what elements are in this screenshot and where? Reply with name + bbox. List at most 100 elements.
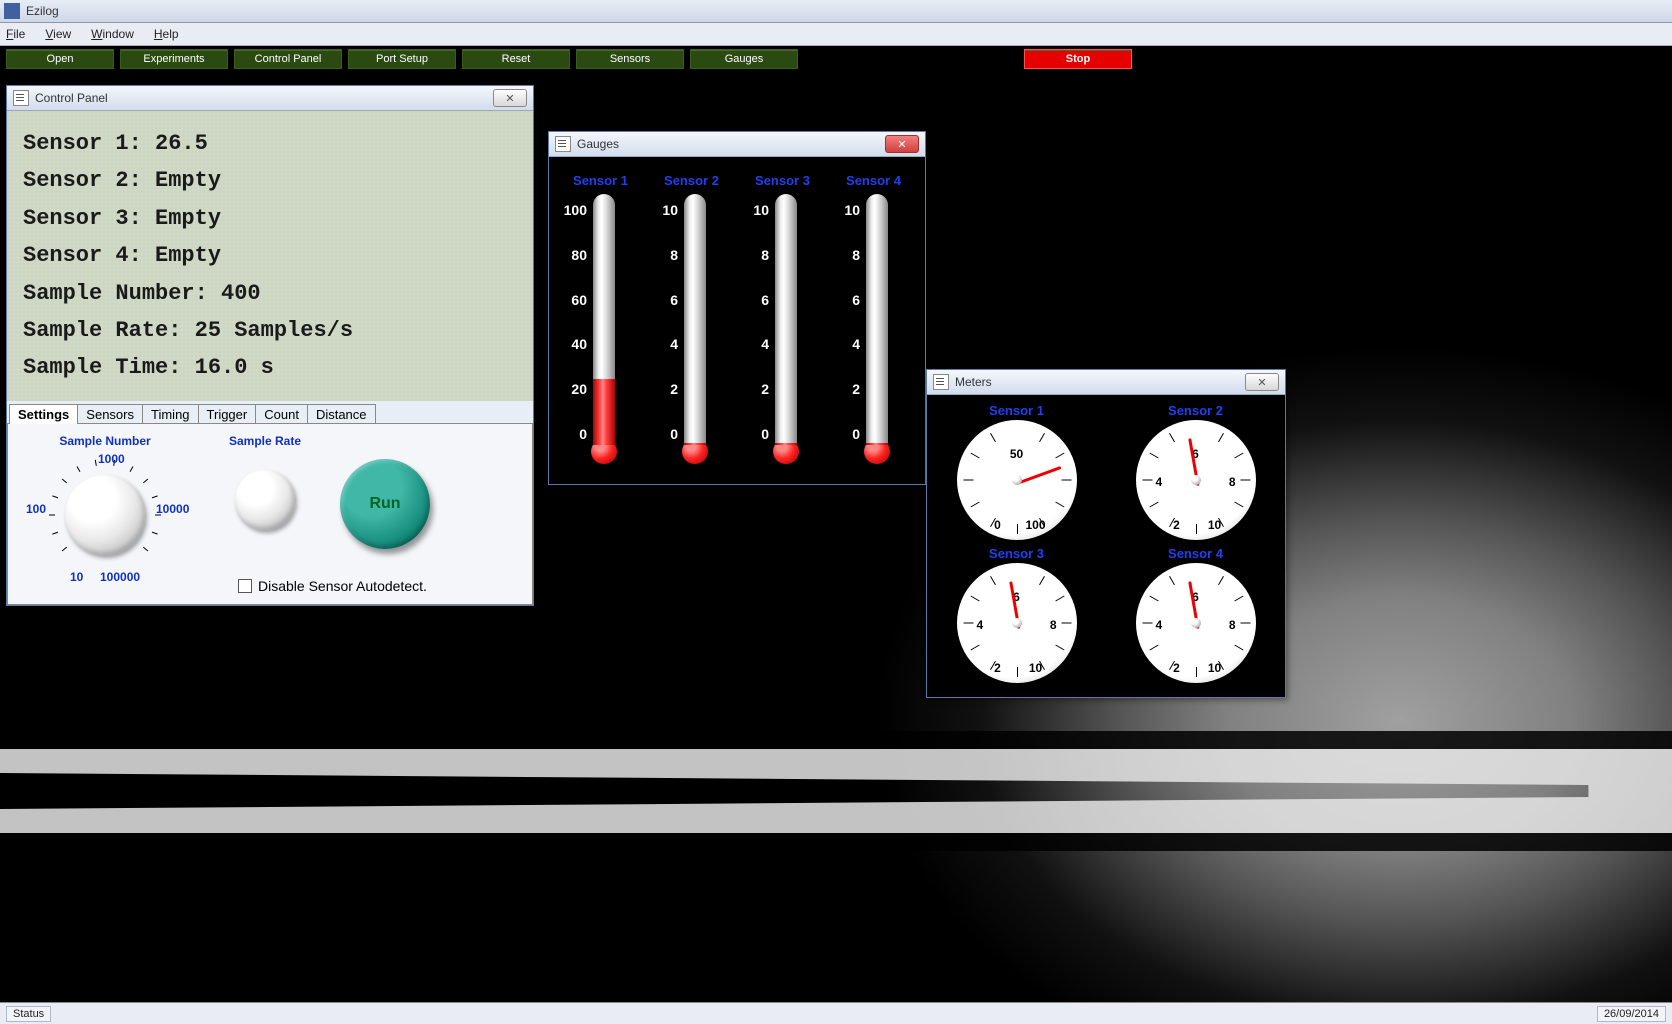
dial-number: 8 (1050, 618, 1057, 632)
toolbar-portsetup[interactable]: Port Setup (348, 49, 456, 69)
close-icon[interactable]: ✕ (493, 89, 527, 107)
dial-tick (970, 645, 979, 651)
gauge-tube (593, 194, 615, 445)
dial-number: 2 (994, 661, 1001, 675)
tabstrip: Settings Sensors Timing Trigger Count Di… (7, 403, 533, 423)
meters-body: Sensor 1050100Sensor 2246810Sensor 32468… (927, 395, 1285, 697)
toolbar-sensors[interactable]: Sensors (576, 49, 684, 69)
control-panel-titlebar[interactable]: Control Panel ✕ (7, 86, 533, 111)
dial-tick (1149, 596, 1158, 602)
dial-number: 4 (1155, 618, 1162, 632)
meter-dial: 246810 (1136, 563, 1256, 683)
form-icon (555, 136, 571, 152)
gauges-titlebar[interactable]: Gauges ✕ (549, 132, 925, 157)
tab-settings[interactable]: Settings (9, 404, 78, 424)
sample-number-knob[interactable] (65, 475, 145, 555)
dial-number: 8 (1229, 475, 1236, 489)
control-panel-window[interactable]: Control Panel ✕ Sensor 1: 26.5 Sensor 2:… (6, 85, 534, 606)
dial-tick (1240, 623, 1250, 624)
toolbar-controlpanel[interactable]: Control Panel (234, 49, 342, 69)
tab-count[interactable]: Count (255, 404, 308, 424)
gauge-tick: 0 (761, 426, 769, 442)
lcd-line: Sample Number: 400 (23, 275, 517, 312)
dial-tick (963, 480, 973, 481)
dial-number: 10 (1029, 661, 1042, 675)
run-button[interactable]: Run (340, 459, 430, 549)
tab-timing[interactable]: Timing (142, 404, 199, 424)
gauge-tick: 4 (761, 336, 769, 352)
gauge-tick: 60 (571, 292, 587, 308)
menu-file[interactable]: File (6, 27, 25, 41)
dial-number: 10 (1208, 661, 1221, 675)
gauge-tick: 4 (852, 336, 860, 352)
menu-view[interactable]: View (45, 27, 71, 41)
toolbar-experiments[interactable]: Experiments (120, 49, 228, 69)
tab-trigger[interactable]: Trigger (198, 404, 257, 424)
toolbar-stop[interactable]: Stop (1024, 49, 1132, 69)
meter-cell: Sensor 2246810 (1116, 403, 1275, 540)
close-icon[interactable]: ✕ (1245, 373, 1279, 391)
dial-tick (1142, 480, 1152, 481)
dial-tick (1055, 502, 1064, 508)
gauge-column: Sensor 21086420 (650, 173, 733, 464)
menu-help[interactable]: Help (154, 27, 179, 41)
menu-window[interactable]: Window (91, 27, 134, 41)
toolbar-gauges[interactable]: Gauges (690, 49, 798, 69)
gauge-tick: 6 (852, 292, 860, 308)
lcd-line: Sensor 2: Empty (23, 162, 517, 199)
dial-tick (1149, 645, 1158, 651)
gauge-tick: 6 (670, 292, 678, 308)
dial-tick (970, 596, 979, 602)
tab-distance[interactable]: Distance (307, 404, 376, 424)
gauge-tick: 8 (852, 247, 860, 263)
meter-cell: Sensor 4246810 (1116, 546, 1275, 683)
close-icon[interactable]: ✕ (885, 135, 919, 153)
gauge-scale: 1086420 (741, 194, 824, 464)
gauge-tick: 80 (571, 247, 587, 263)
statusbar: Status 26/09/2014 (0, 1002, 1672, 1024)
control-panel-title: Control Panel (35, 91, 108, 105)
knob-scale-10000: 10000 (156, 502, 189, 516)
meters-window[interactable]: Meters ✕ Sensor 1050100Sensor 2246810Sen… (926, 369, 1286, 698)
disable-autodetect-checkbox[interactable]: Disable Sensor Autodetect. (238, 578, 427, 594)
disable-autodetect-label: Disable Sensor Autodetect. (258, 578, 427, 594)
toolbar-reset[interactable]: Reset (462, 49, 570, 69)
gauge-column: Sensor 41086420 (832, 173, 915, 464)
lcd-display: Sensor 1: 26.5 Sensor 2: Empty Sensor 3:… (7, 111, 533, 401)
gauge-tick: 10 (844, 202, 860, 218)
gauge-column: Sensor 1100806040200 (559, 173, 642, 464)
dial-tick (990, 433, 996, 442)
dial-number: 50 (1010, 447, 1023, 461)
sample-rate-knob[interactable] (235, 470, 295, 530)
gauges-window[interactable]: Gauges ✕ Sensor 1100806040200Sensor 2108… (548, 131, 926, 485)
gauge-tick: 0 (670, 426, 678, 442)
checkbox-icon (238, 579, 252, 593)
meter-cell: Sensor 1050100 (937, 403, 1096, 540)
gauge-tick: 100 (564, 202, 587, 218)
dial-tick (1169, 433, 1175, 442)
status-date: 26/09/2014 (1597, 1006, 1666, 1022)
dial-tick (1218, 576, 1224, 585)
mdi-area: Control Panel ✕ Sensor 1: 26.5 Sensor 2:… (0, 71, 1672, 1004)
tab-sensors[interactable]: Sensors (77, 404, 143, 424)
dial-number: 4 (1155, 475, 1162, 489)
dial-tick (1055, 645, 1064, 651)
settings-panel: Sample Number (7, 423, 533, 605)
meters-titlebar[interactable]: Meters ✕ (927, 370, 1285, 395)
knob-scale-1000: 1000 (98, 452, 125, 466)
toolbar-open[interactable]: Open (6, 49, 114, 69)
dial-tick (1017, 667, 1018, 677)
dial-tick (1061, 480, 1071, 481)
gauge-tick: 40 (571, 336, 587, 352)
gauge-scale: 1086420 (832, 194, 915, 464)
meter-cell: Sensor 3246810 (937, 546, 1096, 683)
dial-tick (963, 623, 973, 624)
meter-dial: 246810 (957, 563, 1077, 683)
gauge-tube (684, 194, 706, 445)
gauge-fill (684, 443, 706, 445)
gauge-scale: 1086420 (650, 194, 733, 464)
dial-tick (1218, 433, 1224, 442)
gauge-tick: 20 (571, 381, 587, 397)
dial-tick (970, 502, 979, 508)
sample-number-label: Sample Number (59, 434, 150, 448)
